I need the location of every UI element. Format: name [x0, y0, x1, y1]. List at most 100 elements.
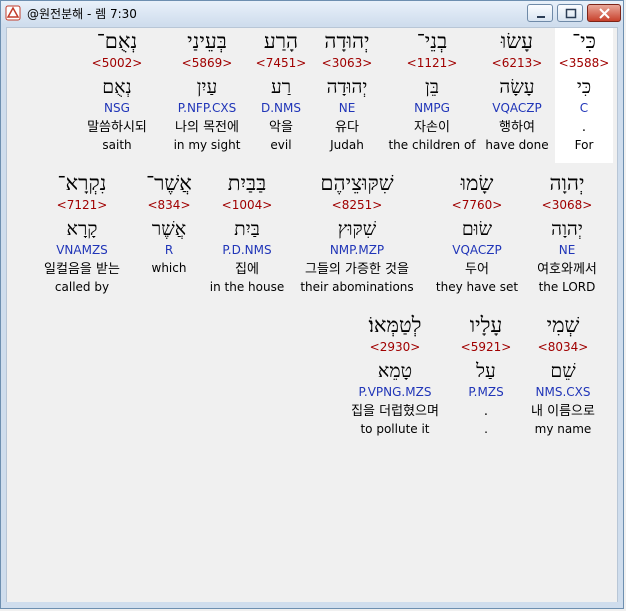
- english-gloss: in my sight: [173, 138, 241, 152]
- strong-number[interactable]: <8251>: [287, 197, 427, 213]
- word-block[interactable]: עָשׂוּ <6213> עָשָׂה VQACZP 행하여 have don…: [477, 28, 557, 163]
- strong-number[interactable]: <6213>: [477, 55, 557, 71]
- hebrew-word: בַּבַּיִת: [227, 171, 267, 195]
- korean-gloss: 악을: [269, 120, 293, 135]
- minimize-icon: [537, 16, 545, 18]
- morphology-code: VQACZP: [492, 101, 542, 115]
- maximize-icon: [565, 8, 577, 19]
- word-block[interactable]: יְהוָה <3068> יְהוָה NE 여호와께서 the LORD: [527, 170, 607, 305]
- hebrew-word: עָשׂוּ: [500, 29, 534, 53]
- morphology-code: NSG: [104, 101, 130, 115]
- lemma: שׂוּם: [461, 218, 493, 240]
- lemma: יְהוּדָה: [326, 76, 368, 98]
- english-gloss: which: [151, 261, 187, 275]
- morphology-code: C: [579, 101, 589, 115]
- analysis-panel: כִּי־ <3588> כִּי C . For עָשׂוּ <6213> …: [6, 27, 618, 604]
- korean-gloss: 나의 목전에: [175, 120, 239, 135]
- strong-number[interactable]: <3068>: [527, 197, 607, 213]
- maximize-button[interactable]: [557, 4, 583, 22]
- morphology-code: NE: [558, 243, 576, 257]
- app-icon: [5, 5, 21, 21]
- korean-gloss: .: [483, 404, 489, 419]
- strong-number[interactable]: <834>: [132, 197, 206, 213]
- morphology-code: NMP.MZP: [329, 243, 385, 257]
- strong-number[interactable]: <5002>: [72, 55, 162, 71]
- word-block[interactable]: שְׁמִי <8034> שֵׁם NMS.CXS 내 이름으로 my nam…: [527, 312, 599, 447]
- hebrew-word: כִּי־: [572, 29, 596, 53]
- word-block[interactable]: שִׁקּוּצֵיהֶם <8251> שִׁקּוּץ NMP.MZP 그들…: [287, 170, 427, 305]
- hebrew-word: בְּעֵינַי: [187, 29, 227, 53]
- lemma: רַע: [270, 76, 292, 98]
- korean-gloss: 여호와께서: [537, 262, 597, 277]
- english-gloss: their abominations: [300, 280, 414, 294]
- lemma: בַּיִת: [234, 218, 260, 240]
- strong-number[interactable]: <3588>: [555, 55, 613, 71]
- word-block[interactable]: נְאֻם־ <5002> נְאֻם NSG 말씀하시되 saith: [72, 28, 162, 163]
- hebrew-word: נִקְרָא־: [57, 171, 107, 195]
- strong-number[interactable]: <7121>: [32, 197, 132, 213]
- strong-number[interactable]: <5921>: [453, 339, 519, 355]
- close-button[interactable]: [587, 4, 621, 22]
- close-icon: [599, 8, 610, 19]
- english-gloss: .: [484, 422, 488, 436]
- word-block[interactable]: הָרַע <7451> רַע D.NMS 악을 evil: [247, 28, 315, 163]
- word-block[interactable]: כִּי־ <3588> כִּי C . For: [555, 28, 613, 163]
- hebrew-word: אֲשֶׁר־: [146, 171, 192, 195]
- lemma: כִּי: [576, 76, 592, 98]
- strong-number[interactable]: <5869>: [162, 55, 252, 71]
- korean-gloss: 유다: [335, 120, 359, 135]
- lemma: שִׁקּוּץ: [337, 218, 377, 240]
- korean-gloss: 일컬음을 받는: [44, 262, 120, 277]
- lemma: יְהוָה: [551, 218, 583, 240]
- word-block[interactable]: אֲשֶׁר־ <834> אֲשֶׁר R which: [132, 170, 206, 305]
- hebrew-word: לְטַמְּאוֹ׃: [368, 313, 422, 337]
- morphology-code: VQACZP: [452, 243, 502, 257]
- hebrew-word: עָלָיו: [469, 313, 503, 337]
- strong-number[interactable]: <7760>: [432, 197, 522, 213]
- morphology-code: P.VPNG.MZS: [358, 385, 432, 399]
- morphology-code: VNAMZS: [56, 243, 108, 257]
- hebrew-word: שִׁקּוּצֵיהֶם: [320, 171, 394, 195]
- english-gloss: saith: [102, 138, 132, 152]
- word-block[interactable]: שָׂמוּ <7760> שׂוּם VQACZP 두어 they have …: [432, 170, 522, 305]
- word-block[interactable]: לְטַמְּאוֹ׃ <2930> טָמֵא P.VPNG.MZS 집을 더…: [337, 312, 453, 447]
- english-gloss: For: [574, 138, 594, 152]
- title-bar[interactable]: @원전분해 - 렘 7:30: [1, 1, 623, 25]
- strong-number[interactable]: <3063>: [307, 55, 387, 71]
- english-gloss: to pollute it: [360, 422, 430, 436]
- morphology-code: NMS.CXS: [535, 385, 591, 399]
- english-gloss: the LORD: [538, 280, 596, 294]
- lemma: נְאֻם: [102, 76, 132, 98]
- strong-number[interactable]: <2930>: [337, 339, 453, 355]
- morphology-code: R: [164, 243, 174, 257]
- strong-number[interactable]: <7451>: [247, 55, 315, 71]
- morphology-code: NMPG: [414, 101, 450, 115]
- english-gloss: the children of: [388, 138, 476, 152]
- korean-gloss: 말씀하시되: [87, 120, 147, 135]
- word-block[interactable]: נִקְרָא־ <7121> קָרָא VNAMZS 일컬음을 받는 cal…: [32, 170, 132, 305]
- strong-number[interactable]: <1004>: [202, 197, 292, 213]
- lemma: עַל: [476, 360, 496, 382]
- lemma: עַיִן: [196, 76, 218, 98]
- word-block[interactable]: עָלָיו <5921> עַל P.MZS . .: [453, 312, 519, 447]
- window-title: @원전분해 - 렘 7:30: [27, 7, 137, 21]
- hebrew-word: הָרַע: [263, 29, 299, 53]
- lemma: עָשָׂה: [499, 76, 535, 98]
- strong-number[interactable]: <1121>: [382, 55, 482, 71]
- app-window: @원전분해 - 렘 7:30 כִּי־ <3588> כִּי C . For…: [0, 0, 624, 609]
- word-block[interactable]: בְנֵי־ <1121> בֵּן NMPG 자손이 the children…: [382, 28, 482, 163]
- korean-gloss: 두어: [465, 262, 489, 277]
- korean-gloss: 집에: [235, 262, 259, 277]
- strong-number[interactable]: <8034>: [527, 339, 599, 355]
- window-bottom-border: [1, 602, 623, 608]
- english-gloss: have done: [485, 138, 549, 152]
- word-block[interactable]: בְּעֵינַי <5869> עַיִן P.NFP.CXS 나의 목전에 …: [162, 28, 252, 163]
- hebrew-word: יְהוָה: [549, 171, 585, 195]
- lemma: אֲשֶׁר: [151, 218, 187, 240]
- minimize-button[interactable]: [527, 4, 553, 22]
- lemma: קָרָא: [66, 218, 98, 240]
- korean-gloss: 행하여: [499, 120, 535, 135]
- hebrew-word: שָׂמוּ: [460, 171, 494, 195]
- word-block[interactable]: יְהוּדָה <3063> יְהוּדָה NE 유다 Judah: [307, 28, 387, 163]
- word-block[interactable]: בַּבַּיִת <1004> בַּיִת P.D.NMS 집에 in th…: [202, 170, 292, 305]
